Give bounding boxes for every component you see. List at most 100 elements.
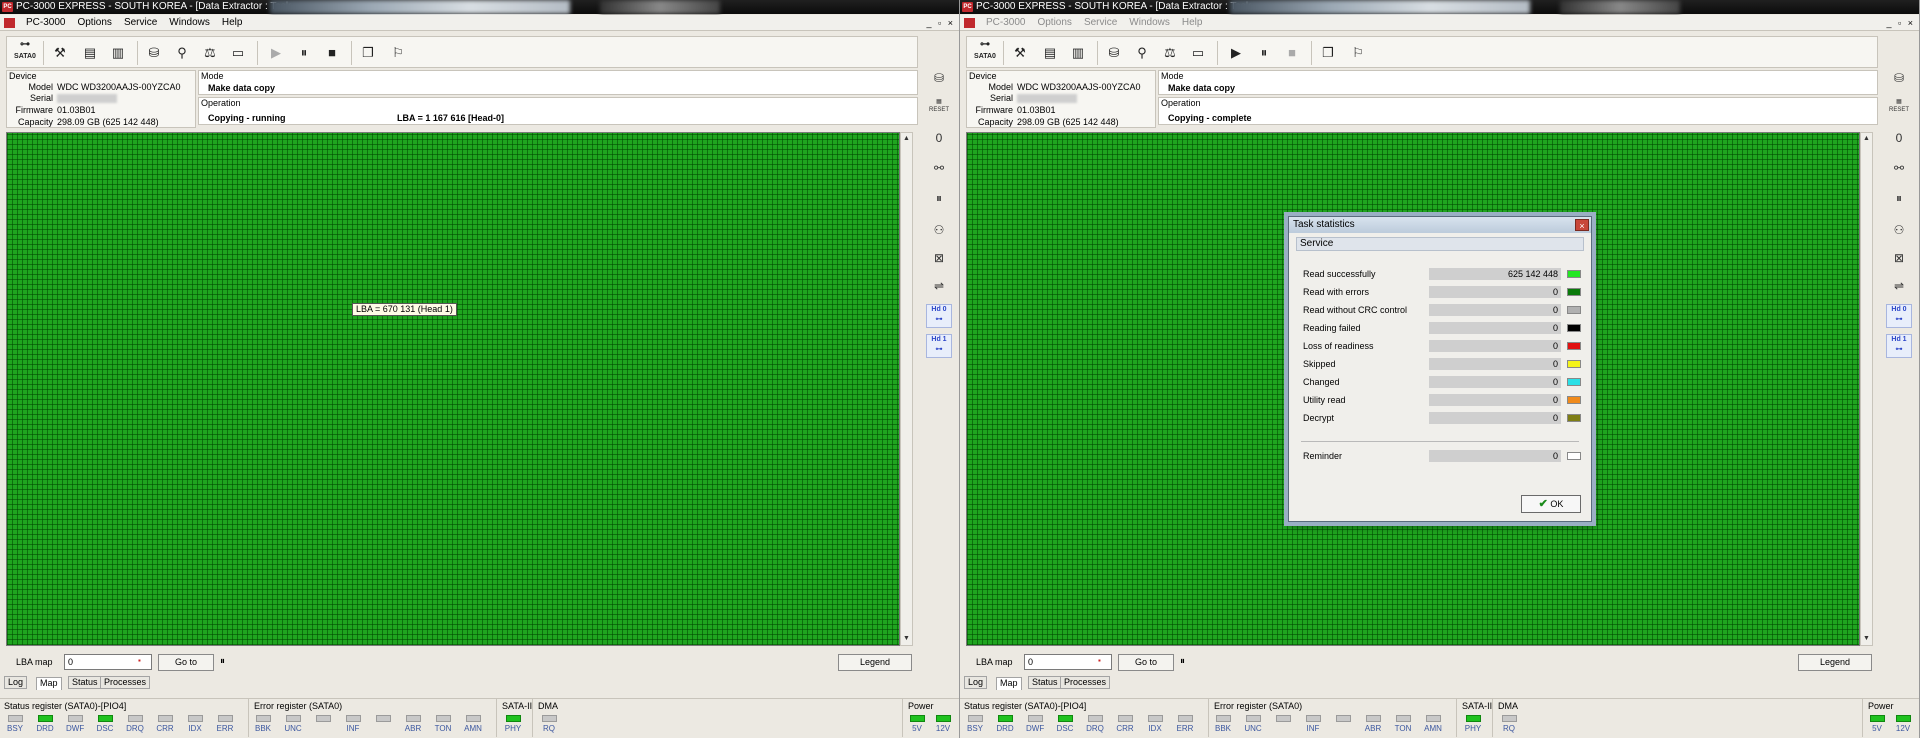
map-pause-icon[interactable]: ⏸ [1180,656,1185,667]
head0-icon[interactable]: Hd 0 ⊶ [926,304,952,328]
map-pause-icon[interactable]: ⏸ [220,656,225,667]
input-clear-icon[interactable]: ▪ [1098,656,1108,666]
report-icon[interactable]: ▥ [1067,43,1089,63]
tab-map[interactable]: Map [36,677,62,690]
menu-app-icon[interactable] [4,18,15,28]
scale-icon[interactable]: ⚖ [199,43,221,63]
document-icon[interactable]: ▤ [79,43,101,63]
play-icon[interactable]: ▶ [1225,43,1247,63]
menu-windows[interactable]: Windows [1123,15,1176,31]
window-title: PC-3000 EXPRESS - SOUTH KOREA - [Data Ex… [976,1,1251,12]
exit-icon[interactable]: ⚐ [387,43,409,63]
probe-icon[interactable]: ⚯ [1886,156,1912,180]
head1-icon[interactable]: Hd 1 ⊶ [1886,334,1912,358]
connect-icon[interactable]: ⇌ [1886,274,1912,298]
lba-map-grid[interactable] [6,132,900,646]
stop-icon[interactable]: ■ [321,43,343,63]
binoculars-icon[interactable]: ⚲ [171,43,193,63]
clear-icon[interactable]: ⊠ [1886,246,1912,270]
hdd-icon[interactable]: ⛁ [143,43,165,63]
pause-icon[interactable]: ⏸ [926,186,952,210]
mdi-window-buttons[interactable]: _ ▫ × [927,15,955,31]
title-bar[interactable]: PC PC-3000 EXPRESS - SOUTH KOREA - [Data… [0,0,959,14]
blurred-region [600,0,720,14]
connect-icon[interactable]: ⇌ [926,274,952,298]
input-clear-icon[interactable]: ▪ [138,656,148,666]
pause-icon[interactable]: ⏸ [1253,43,1275,63]
hdd-icon[interactable]: ⛁ [1103,43,1125,63]
capacity-label: Capacity [977,117,1013,127]
led-blank [374,715,392,724]
ok-button[interactable]: ✔ OK [1521,495,1581,513]
dialog-title[interactable]: Task statistics [1289,217,1591,233]
menu-options[interactable]: Options [1031,15,1077,31]
menu-pc3000[interactable]: PC-3000 [980,15,1031,31]
folder-icon[interactable]: ▭ [1187,43,1209,63]
goto-button[interactable]: Go to [1118,654,1174,671]
menu-service[interactable]: Service [1078,15,1123,31]
report-icon[interactable]: ▥ [107,43,129,63]
scroll-down-icon[interactable]: ▼ [901,633,912,645]
pause-icon[interactable]: ⏸ [1886,186,1912,210]
tab-processes[interactable]: Processes [1060,676,1111,689]
stop-icon[interactable]: ■ [1281,43,1303,63]
led-ton: TON [1394,715,1412,733]
menu-pc3000[interactable]: PC-3000 [20,15,71,31]
menu-bar: PC-3000 Options Service Windows Help _ ▫ × [0,15,959,31]
scroll-down-icon[interactable]: ▼ [1861,633,1872,645]
led-rq: RQ [1500,715,1518,733]
close-icon[interactable]: × [1575,219,1589,231]
title-bar[interactable]: PC PC-3000 EXPRESS - SOUTH KOREA - [Data… [960,0,1919,14]
menu-options[interactable]: Options [71,15,117,31]
color-swatch [1567,270,1581,278]
legend-button[interactable]: Legend [838,654,912,671]
scale-icon[interactable]: ⚖ [1159,43,1181,63]
goto-button[interactable]: Go to [158,654,214,671]
mdi-window-buttons[interactable]: _ ▫ × [1887,15,1915,31]
menu-bar: PC-3000 Options Service Windows Help _ ▫ × [960,15,1919,31]
legend-button[interactable]: Legend [1798,654,1872,671]
tab-processes[interactable]: Processes [100,676,151,689]
tab-map[interactable]: Map [996,677,1022,690]
document-icon[interactable]: ▤ [1039,43,1061,63]
sata-port-button[interactable]: ⊶ SATA0 [971,40,999,61]
head0-icon[interactable]: Hd 0 ⊶ [1886,304,1912,328]
reset-icon[interactable]: ▦ RESET [1886,98,1912,122]
map-scrollbar[interactable]: ▲ ▼ [1860,132,1873,646]
zero-icon[interactable]: 0 [926,126,952,150]
copy-disk-icon[interactable]: ⛁ [926,66,952,90]
copy-disk-icon[interactable]: ⛁ [1886,66,1912,90]
menu-help[interactable]: Help [1176,15,1209,31]
menu-help[interactable]: Help [216,15,249,31]
reset-icon[interactable]: ▦ RESET [926,98,952,122]
scroll-up-icon[interactable]: ▲ [1861,133,1872,145]
zero-icon[interactable]: 0 [1886,126,1912,150]
exit-icon[interactable]: ⚐ [1347,43,1369,63]
sata-port-button[interactable]: ⊶ SATA0 [11,40,39,61]
probe-icon[interactable]: ⚯ [926,156,952,180]
play-icon[interactable]: ▶ [265,43,287,63]
menu-app-icon[interactable] [964,18,975,28]
scroll-up-icon[interactable]: ▲ [901,133,912,145]
binoculars-icon[interactable]: ⚲ [1131,43,1153,63]
map-scrollbar[interactable]: ▲ ▼ [900,132,913,646]
tools-icon[interactable]: ⚒ [49,43,71,63]
folder-icon[interactable]: ▭ [227,43,249,63]
tools-icon[interactable]: ⚒ [1009,43,1031,63]
clear-icon[interactable]: ⊠ [926,246,952,270]
operation-group-title: Operation [201,98,241,108]
tab-status[interactable]: Status [1028,676,1062,689]
head-map-icon[interactable]: ⚇ [1886,218,1912,242]
tab-status[interactable]: Status [68,676,102,689]
menu-windows[interactable]: Windows [163,15,216,31]
head1-icon[interactable]: Hd 1 ⊶ [926,334,952,358]
windows-icon[interactable]: ❐ [1317,43,1339,63]
menu-service[interactable]: Service [118,15,163,31]
device-info-panel: Device Model WDC WD3200AAJS-00YZCA0 Seria… [966,70,1156,128]
head-map-icon[interactable]: ⚇ [926,218,952,242]
tab-log[interactable]: Log [4,676,28,689]
pause-icon[interactable]: ⏸ [293,43,315,63]
windows-icon[interactable]: ❐ [357,43,379,63]
led-bsy: BSY [966,715,984,733]
tab-log[interactable]: Log [964,676,988,689]
